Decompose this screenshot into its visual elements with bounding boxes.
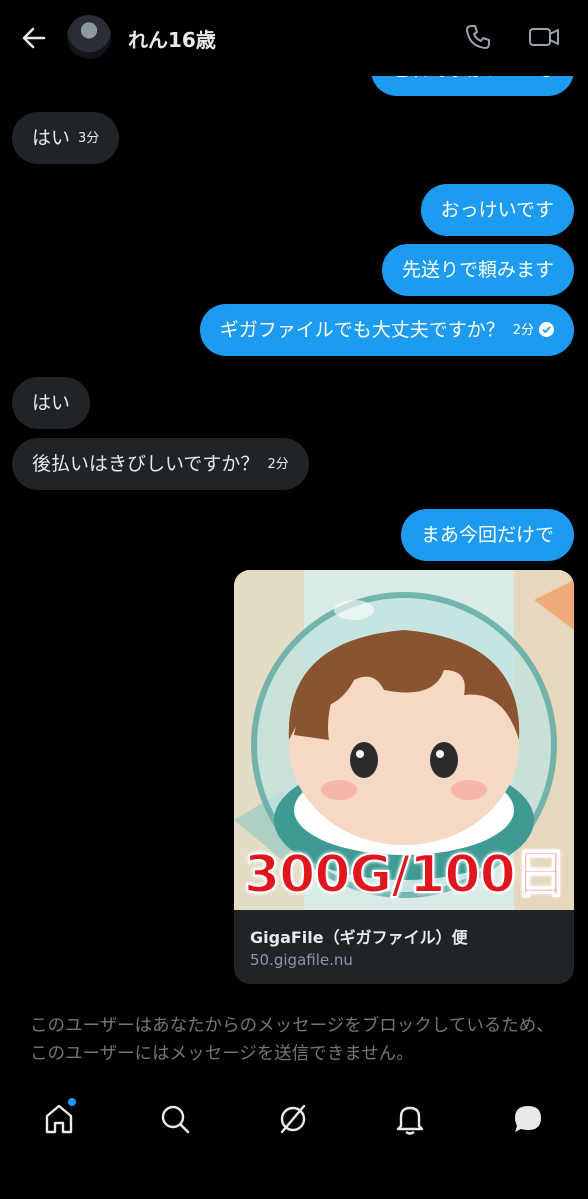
bottom-nav <box>0 1080 588 1160</box>
promo-text: 300G/100日 <box>243 844 568 906</box>
conversation-header: れん16歳 <box>0 0 588 76</box>
search-icon[interactable] <box>158 1102 192 1136</box>
link-title: GigaFile（ギガファイル）便 <box>250 928 468 947</box>
message-bubble-outgoing[interactable]: ギガファイルでも大丈夫ですか？ 2分 <box>199 304 574 356</box>
bell-icon[interactable] <box>393 1102 427 1136</box>
avatar[interactable] <box>67 15 111 59</box>
message-text: はい <box>32 392 71 414</box>
message-text: まあ今回だけで <box>420 524 554 546</box>
message-text: 後払いはきびしいですか？ <box>32 453 260 475</box>
messages-icon[interactable] <box>511 1102 545 1136</box>
message-bubble-outgoing[interactable]: まあ今回だけで <box>400 509 574 561</box>
link-url: 50.gigafile.nu <box>250 951 353 969</box>
read-check-icon <box>539 322 554 337</box>
video-icon[interactable] <box>528 22 560 52</box>
link-preview-card[interactable]: 300G/100日 GigaFile（ギガファイル）便 50.gigafile.… <box>234 570 574 984</box>
message-bubble-incoming[interactable]: はい <box>12 377 91 429</box>
notification-dot <box>68 1098 76 1106</box>
blocked-notice: このユーザーはあなたからのメッセージをブロックしているため、このユーザーにはメッ… <box>30 1016 554 1064</box>
message-bubble-incoming[interactable]: はい 3分 <box>12 112 120 164</box>
message-text: 先送りで頼みます <box>401 259 554 281</box>
grok-icon[interactable] <box>276 1102 310 1136</box>
message-text: おっけいです <box>440 199 554 221</box>
message-bubble-outgoing[interactable]: おっけいです <box>420 184 574 236</box>
message-bubble-incoming[interactable]: 後払いはきびしいですか？ 2分 <box>12 438 309 490</box>
phone-icon[interactable] <box>463 22 493 52</box>
home-icon[interactable] <box>42 1102 76 1136</box>
message-text: はい <box>32 127 71 149</box>
contact-name[interactable]: れん16歳 <box>128 24 216 53</box>
message-time: 2分 <box>267 456 289 472</box>
arrow-left-icon[interactable] <box>20 24 48 52</box>
message-bubble-outgoing[interactable]: 先送りで頼みます <box>381 244 574 296</box>
message-time: 2分 <box>512 322 534 338</box>
link-preview-image: 300G/100日 <box>234 570 574 910</box>
message-time: 3分 <box>78 130 100 146</box>
message-text: ギガファイルでも大丈夫ですか？ <box>219 319 505 341</box>
